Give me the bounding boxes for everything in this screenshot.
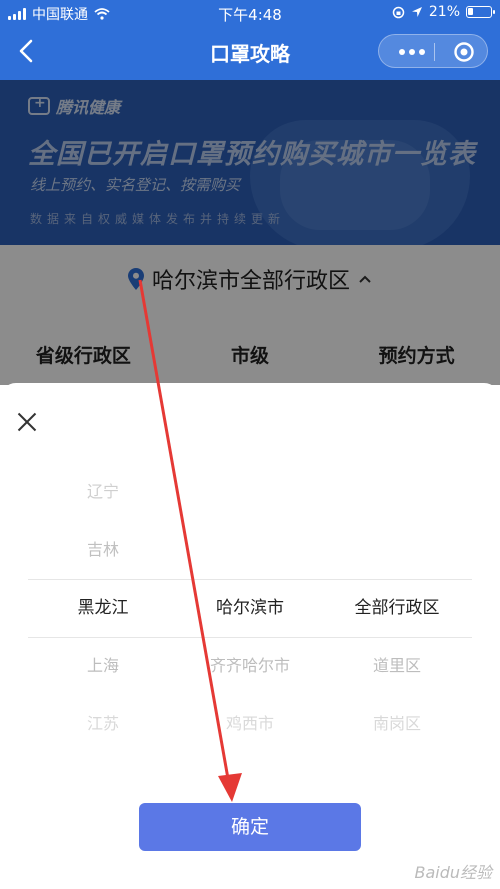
rotation-lock-icon	[392, 6, 405, 18]
picker-option-selected[interactable]: 哈尔滨市	[167, 579, 333, 637]
picker-option[interactable]: 鸡西市	[167, 695, 333, 753]
picker-option[interactable]: 辽宁	[20, 463, 186, 521]
picker-option[interactable]: 道里区	[314, 637, 480, 695]
nav-bar: 口罩攻略	[0, 26, 500, 80]
battery-percent: 21%	[428, 4, 460, 20]
battery-icon	[466, 6, 495, 18]
region-picker-sheet: 辽宁 吉林 黑龙江 上海 江苏 哈尔滨市 齐齐哈尔市 鸡西市 全部行政区 道里区…	[0, 383, 500, 889]
selection-line-bottom	[28, 637, 472, 638]
picker-option-selected[interactable]: 黑龙江	[20, 579, 186, 637]
more-dots-icon[interactable]	[389, 35, 434, 69]
close-icon[interactable]	[16, 411, 38, 433]
capsule-divider	[434, 43, 435, 61]
city-column[interactable]: 哈尔滨市 齐齐哈尔市 鸡西市	[167, 463, 333, 753]
modal-overlay[interactable]	[0, 80, 500, 385]
confirm-button[interactable]: 确定	[139, 803, 361, 851]
picker-option[interactable]: 江苏	[20, 695, 186, 753]
region-picker: 辽宁 吉林 黑龙江 上海 江苏 哈尔滨市 齐齐哈尔市 鸡西市 全部行政区 道里区…	[0, 463, 500, 753]
district-column[interactable]: 全部行政区 道里区 南岗区	[314, 463, 480, 753]
status-bar: 中国联通 下午4:48 21%	[0, 0, 500, 26]
top-bar: 中国联通 下午4:48 21% 口罩攻略	[0, 0, 500, 80]
picker-option-selected[interactable]: 全部行政区	[314, 579, 480, 637]
province-column[interactable]: 辽宁 吉林 黑龙江 上海 江苏	[20, 463, 186, 753]
picker-option[interactable]: 南岗区	[314, 695, 480, 753]
watermark: Baidu经验	[414, 863, 492, 882]
mini-program-capsule	[378, 34, 488, 68]
picker-option[interactable]: 齐齐哈尔市	[167, 637, 333, 695]
location-arrow-icon	[411, 7, 422, 17]
close-target-icon[interactable]	[453, 41, 475, 63]
picker-option[interactable]: 吉林	[20, 521, 186, 579]
picker-option[interactable]: 上海	[20, 637, 186, 695]
selection-line-top	[28, 579, 472, 580]
